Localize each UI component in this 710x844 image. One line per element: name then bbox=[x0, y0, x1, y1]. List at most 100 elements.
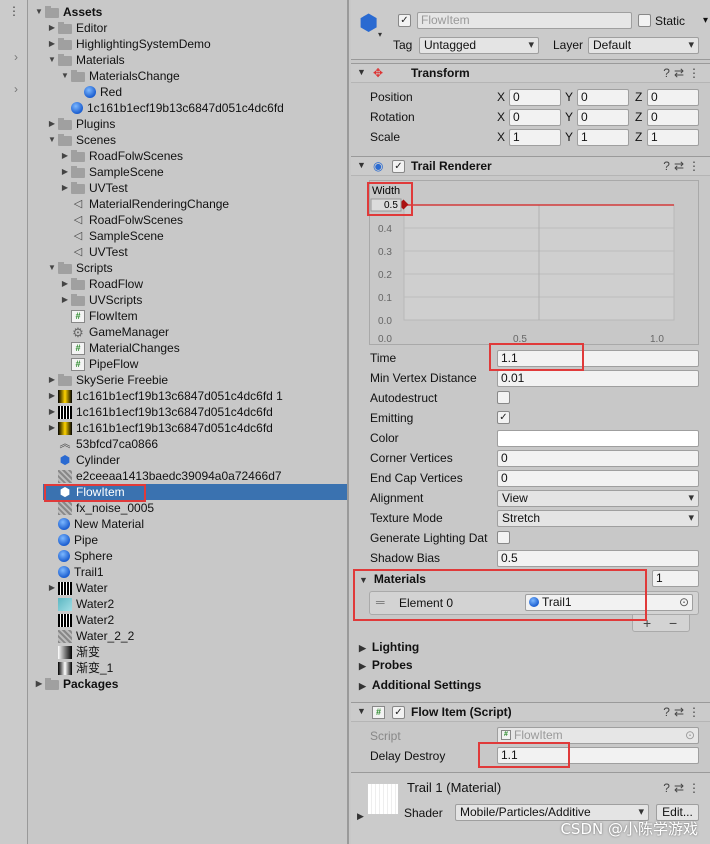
fold-arrow-icon[interactable]: ▼ bbox=[357, 160, 366, 170]
shadow-bias-field[interactable]: 0.5 bbox=[497, 550, 699, 567]
tree-item[interactable]: # MaterialChanges bbox=[29, 340, 347, 356]
fold-arrow-icon[interactable]: ▼ bbox=[357, 67, 366, 77]
transform-position-y-field[interactable]: 0 bbox=[577, 89, 629, 106]
tree-item[interactable]: 渐变 bbox=[29, 644, 347, 660]
tree-item[interactable]: ▼ Materials bbox=[29, 52, 347, 68]
tree-item[interactable]: ▶ Water bbox=[29, 580, 347, 596]
transform-scale-y-field[interactable]: 1 bbox=[577, 129, 629, 146]
texture-mode-dropdown[interactable]: Stretch bbox=[497, 510, 699, 527]
corner-vertices-field[interactable]: 0 bbox=[497, 450, 699, 467]
collapsed-arrow-icon[interactable]: ▶ bbox=[59, 180, 71, 196]
tree-item[interactable]: ︽ 53bfcd7ca0866 bbox=[29, 436, 347, 452]
transform-scale-z-field[interactable]: 1 bbox=[647, 129, 699, 146]
collapsed-arrow-icon[interactable]: ▶ bbox=[46, 36, 58, 52]
collapsed-arrow-icon[interactable]: ▶ bbox=[46, 20, 58, 36]
materials-count-field[interactable]: 1 bbox=[652, 570, 699, 587]
component-tools-icon[interactable]: ?⇄⋮ bbox=[663, 705, 704, 719]
materials-section[interactable]: ▼ Materials bbox=[359, 571, 426, 588]
width-curve-graph[interactable]: Width 0.5 0.4 0.3 0.2 0.1 0.0 0.0 0.5 1.0 bbox=[369, 180, 699, 345]
tree-item[interactable]: ▶ UVTest bbox=[29, 180, 347, 196]
generate-lighting-data-checkbox[interactable] bbox=[497, 531, 510, 544]
collapsed-arrow-icon[interactable]: ▶ bbox=[59, 276, 71, 292]
collapsed-arrow-icon[interactable]: ▶ bbox=[46, 372, 58, 388]
transform-position-z-field[interactable]: 0 bbox=[647, 89, 699, 106]
tree-item[interactable]: e2ceeaa1413baedc39094a0a72466d7 bbox=[29, 468, 347, 484]
expanded-arrow-icon[interactable]: ▼ bbox=[59, 68, 71, 84]
tree-item[interactable]: # FlowItem bbox=[29, 308, 347, 324]
collapsed-arrow-icon[interactable]: ▶ bbox=[46, 116, 58, 132]
tree-item[interactable]: ▶ SkySerie Freebie bbox=[29, 372, 347, 388]
active-checkbox[interactable]: ✓ bbox=[398, 14, 411, 27]
tree-item[interactable]: New Material bbox=[29, 516, 347, 532]
tree-item[interactable]: ◁ RoadFolwScenes bbox=[29, 212, 347, 228]
icon-dropdown-icon[interactable]: ▾ bbox=[378, 30, 382, 39]
tree-item[interactable]: ◁ SampleScene bbox=[29, 228, 347, 244]
tree-item[interactable]: Sphere bbox=[29, 548, 347, 564]
gameobject-cube-icon[interactable]: ⬢ bbox=[359, 12, 379, 34]
tree-item[interactable]: ▶ UVScripts bbox=[29, 292, 347, 308]
tree-item[interactable]: ▶ 1c161b1ecf19b13c6847d051c4dc6fd 1 bbox=[29, 388, 347, 404]
autodestruct-checkbox[interactable] bbox=[497, 391, 510, 404]
tree-item[interactable]: ▼ MaterialsChange bbox=[29, 68, 347, 84]
add-element-button[interactable]: + bbox=[643, 615, 651, 631]
transform-scale-x-field[interactable]: 1 bbox=[509, 129, 561, 146]
expanded-arrow-icon[interactable]: ▼ bbox=[33, 4, 45, 20]
static-dropdown-icon[interactable]: ▾ bbox=[703, 13, 708, 29]
transform-rotation-x-field[interactable]: 0 bbox=[509, 109, 561, 126]
flow-item-header[interactable]: ▼ # ✓ Flow Item (Script) ?⇄⋮ bbox=[351, 702, 710, 722]
alignment-dropdown[interactable]: View bbox=[497, 490, 699, 507]
tree-item[interactable]: Water_2_2 bbox=[29, 628, 347, 644]
component-tools-icon[interactable]: ?⇄⋮ bbox=[663, 159, 704, 173]
probes-section[interactable]: ▶ Probes bbox=[359, 657, 413, 674]
tree-item[interactable]: Red bbox=[29, 84, 347, 100]
tree-item[interactable]: ▶ Packages bbox=[29, 676, 347, 692]
tree-item[interactable]: ▶ RoadFlow bbox=[29, 276, 347, 292]
additional-settings-section[interactable]: ▶ Additional Settings bbox=[359, 677, 481, 694]
tree-item[interactable]: Water2 bbox=[29, 612, 347, 628]
trail-renderer-header[interactable]: ▼ ◉ ✓ Trail Renderer ?⇄⋮ bbox=[351, 156, 710, 176]
tree-item[interactable]: ▶ 1c161b1ecf19b13c6847d051c4dc6fd bbox=[29, 404, 347, 420]
fold-arrow-icon[interactable]: ▶ bbox=[357, 811, 364, 822]
tree-item[interactable]: ⬢ Cylinder bbox=[29, 452, 347, 468]
tree-item[interactable]: ▶ RoadFolwScenes bbox=[29, 148, 347, 164]
tree-item[interactable]: # PipeFlow bbox=[29, 356, 347, 372]
fold-arrow-icon[interactable]: ▼ bbox=[359, 575, 368, 585]
tree-item[interactable]: ▼ Assets bbox=[29, 4, 347, 20]
tree-item[interactable]: ▶ Editor bbox=[29, 20, 347, 36]
collapsed-arrow-icon[interactable]: ▶ bbox=[33, 676, 45, 692]
tree-item[interactable]: ◁ UVTest bbox=[29, 244, 347, 260]
tree-item[interactable]: Water2 bbox=[29, 596, 347, 612]
component-tools-icon[interactable]: ?⇄⋮ bbox=[663, 66, 704, 80]
more-options-icon[interactable]: ⋮ bbox=[8, 4, 20, 18]
emitting-checkbox[interactable]: ✓ bbox=[497, 411, 510, 424]
collapsed-arrow-icon[interactable]: ▶ bbox=[59, 164, 71, 180]
delay-destroy-field[interactable]: 1.1 bbox=[497, 747, 699, 764]
expanded-arrow-icon[interactable]: ▼ bbox=[46, 52, 58, 68]
script-enabled-checkbox[interactable]: ✓ bbox=[392, 706, 405, 719]
tree-item[interactable]: ▶ HighlightingSystemDemo bbox=[29, 36, 347, 52]
tree-item[interactable]: Trail1 bbox=[29, 564, 347, 580]
expand-arrow-icon[interactable]: › bbox=[14, 50, 18, 64]
color-swatch[interactable] bbox=[497, 430, 699, 447]
collapsed-arrow-icon[interactable]: ▶ bbox=[59, 148, 71, 164]
lighting-section[interactable]: ▶ Lighting bbox=[359, 639, 419, 656]
width-curve-svg[interactable]: Width 0.5 0.4 0.3 0.2 0.1 0.0 0.0 0.5 1.0 bbox=[370, 181, 700, 346]
tree-item[interactable]: ▼ Scripts bbox=[29, 260, 347, 276]
time-field[interactable]: 1.1 bbox=[497, 350, 699, 367]
transform-header[interactable]: ▼ ✥ Transform ?⇄⋮ bbox=[351, 63, 710, 83]
transform-position-x-field[interactable]: 0 bbox=[509, 89, 561, 106]
element-material-field[interactable]: Trail1 ⊙ bbox=[525, 594, 693, 611]
expanded-arrow-icon[interactable]: ▼ bbox=[46, 260, 58, 276]
transform-rotation-y-field[interactable]: 0 bbox=[577, 109, 629, 126]
collapsed-arrow-icon[interactable]: ▶ bbox=[46, 580, 58, 596]
trail-enabled-checkbox[interactable]: ✓ bbox=[392, 160, 405, 173]
static-checkbox[interactable] bbox=[638, 14, 651, 27]
tree-item[interactable]: ▶ 1c161b1ecf19b13c6847d051c4dc6fd bbox=[29, 420, 347, 436]
collapsed-arrow-icon[interactable]: ▶ bbox=[46, 420, 58, 436]
tree-item[interactable]: ◁ MaterialRenderingChange bbox=[29, 196, 347, 212]
object-name-field[interactable]: FlowItem bbox=[417, 12, 632, 29]
tree-item[interactable]: fx_noise_0005 bbox=[29, 500, 347, 516]
collapsed-arrow-icon[interactable]: ▶ bbox=[46, 404, 58, 420]
tag-dropdown[interactable]: Untagged bbox=[419, 37, 539, 54]
expand-arrow-icon[interactable]: › bbox=[14, 82, 18, 96]
